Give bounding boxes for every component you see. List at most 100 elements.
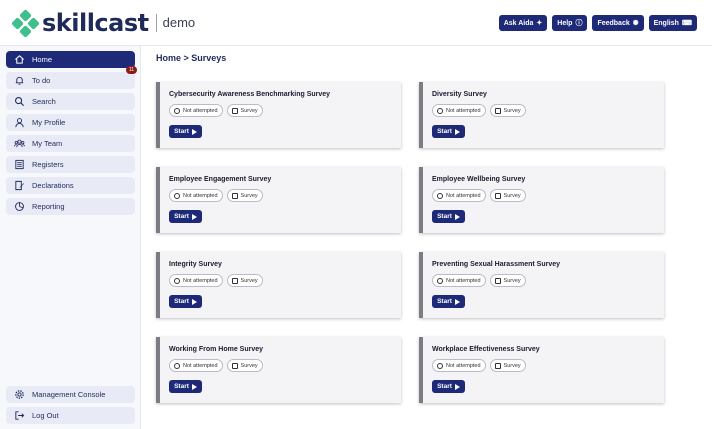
sidebar-item-label: My Profile [32,118,66,127]
logout-icon [6,410,32,421]
sidebar-item-search[interactable]: Search [6,93,135,110]
sidebar: Home To do 11 Search My Profile My Team … [0,46,141,429]
status-chip: Not attempted [169,359,223,372]
type-chip: Survey [226,274,263,287]
sidebar-item-label: Reporting [32,202,65,211]
sidebar-item-log-out[interactable]: Log Out [6,407,135,424]
not-attempted-icon [437,107,443,114]
status-chip: Not attempted [432,359,486,372]
start-button[interactable]: Start [169,380,202,393]
feedback-button[interactable]: Feedback ✺ [592,15,644,31]
survey-title: Working From Home Survey [169,346,264,353]
sidebar-item-label: To do [32,76,51,85]
ask-aida-button[interactable]: Ask Aida ✦ [498,15,548,31]
sidebar-item-label: Declarations [32,181,74,190]
survey-icon [231,277,238,284]
todo-count-badge: 11 [126,66,137,74]
status-label: Not attempted [183,277,218,284]
status-chip: Not attempted [169,189,223,202]
sidebar-item-label: Search [32,97,56,106]
survey-icon [494,362,501,369]
start-button[interactable]: Start [169,210,202,223]
survey-card: Diversity Survey Not attempted Survey St… [419,82,664,148]
help-circle-icon: ⓘ [575,20,583,27]
register-icon [6,159,32,170]
sidebar-item-my-team[interactable]: My Team [6,135,135,152]
sidebar-item-home[interactable]: Home [6,51,135,68]
survey-icon [231,107,238,114]
help-button[interactable]: Help ⓘ [552,15,588,31]
start-button[interactable]: Start [432,380,465,393]
status-label: Not attempted [446,192,481,199]
type-label: Survey [503,192,521,199]
bell-icon [6,75,32,86]
survey-icon [231,192,238,199]
survey-icon [231,362,238,369]
type-label: Survey [503,107,521,114]
survey-icon [494,192,501,199]
start-label: Start [174,383,189,390]
survey-title: Employee Wellbeing Survey [432,176,526,183]
not-attempted-icon [174,277,180,284]
play-icon [191,298,197,305]
breadcrumb: Home > Surveys [156,53,227,63]
type-chip: Survey [226,189,263,202]
survey-card: Workplace Effectiveness Survey Not attem… [419,337,664,403]
start-button[interactable]: Start [432,125,465,138]
not-attempted-icon [174,362,180,369]
status-label: Not attempted [183,192,218,199]
type-chip: Survey [226,359,263,372]
start-button[interactable]: Start [432,210,465,223]
declaration-icon [6,180,32,191]
start-label: Start [437,213,452,220]
start-label: Start [437,298,452,305]
type-label: Survey [240,362,258,369]
status-chip: Not attempted [432,189,486,202]
pie-chart-icon [6,201,32,212]
sidebar-item-management-console[interactable]: Management Console [6,386,135,403]
start-button[interactable]: Start [432,295,465,308]
sidebar-item-my-profile[interactable]: My Profile [6,114,135,131]
not-attempted-icon [437,192,443,199]
type-chip: Survey [226,104,263,117]
status-label: Not attempted [446,107,481,114]
sidebar-item-registers[interactable]: Registers [6,156,135,173]
start-button[interactable]: Start [169,295,202,308]
logo-divider [155,14,157,32]
survey-title: Integrity Survey [169,261,222,268]
start-button[interactable]: Start [169,125,202,138]
feedback-label: Feedback [597,19,630,27]
survey-card: Cybersecurity Awareness Benchmarking Sur… [156,82,401,148]
play-icon [454,383,460,390]
home-icon [6,54,32,65]
sidebar-item-label: Registers [32,160,64,169]
lightbulb-icon: ✺ [632,20,639,27]
type-chip: Survey [489,274,526,287]
type-label: Survey [240,277,258,284]
language-label: English [653,19,679,27]
not-attempted-icon [437,277,443,284]
sidebar-item-label: Log Out [32,411,59,420]
sidebar-item-label: My Team [32,139,63,148]
status-label: Not attempted [183,362,218,369]
play-icon [191,383,197,390]
sub-brand: demo [162,15,196,30]
sidebar-item-reporting[interactable]: Reporting [6,198,135,215]
status-chip: Not attempted [169,274,223,287]
brand-name: skillcast [42,9,149,37]
language-button[interactable]: English ⌨ [648,15,697,31]
survey-card: Integrity Survey Not attempted Survey St… [156,252,401,318]
sidebar-item-declarations[interactable]: Declarations [6,177,135,194]
team-icon [6,138,32,149]
play-icon [454,128,460,135]
status-chip: Not attempted [432,104,486,117]
start-label: Start [437,383,452,390]
start-label: Start [174,213,189,220]
type-label: Survey [503,362,521,369]
skillcast-logo[interactable]: skillcast demo [11,9,196,38]
status-label: Not attempted [446,277,481,284]
ask-aida-label: Ask Aida [503,19,534,27]
type-chip: Survey [489,359,526,372]
sidebar-item-todo[interactable]: To do 11 [6,66,137,89]
type-label: Survey [240,107,258,114]
